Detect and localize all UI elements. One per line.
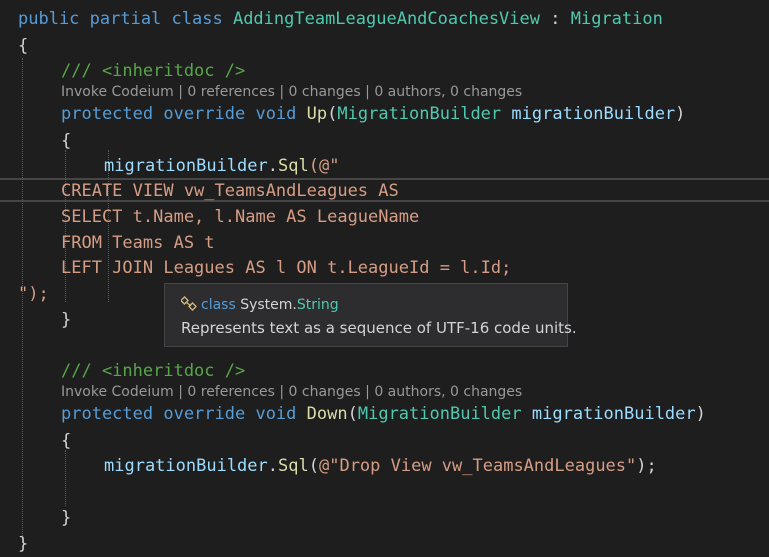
method-name[interactable]: Down: [307, 404, 348, 424]
keyword: protected override void: [61, 404, 297, 424]
codelens-changes[interactable]: 0 changes: [289, 84, 361, 100]
code-line-sql-call[interactable]: migrationBuilder.Sql(@": [104, 153, 339, 179]
param-name[interactable]: migrationBuilder: [532, 404, 696, 424]
doc-comment: /// <inheritdoc />: [61, 361, 246, 381]
method-call[interactable]: Sql: [278, 456, 309, 476]
keyword: protected override void: [61, 104, 297, 124]
variable[interactable]: migrationBuilder: [104, 456, 268, 476]
codelens-separator: |: [360, 84, 375, 100]
code-line-sql-call[interactable]: migrationBuilder.Sql(@"Drop View vw_Team…: [104, 453, 657, 479]
class-icon: [180, 296, 197, 312]
string-literal: @"Drop View vw_TeamsAndLeagues": [318, 456, 637, 476]
open-brace: {: [61, 431, 72, 451]
tooltip-namespace: System.: [240, 297, 297, 313]
param-name[interactable]: migrationBuilder: [511, 104, 675, 124]
codelens-separator: |: [274, 84, 289, 100]
punctuation: :: [540, 9, 571, 29]
indent-guide: [65, 450, 66, 506]
method-call[interactable]: Sql: [278, 156, 309, 176]
base-class-name[interactable]: Migration: [571, 9, 663, 29]
string-open: (@": [308, 156, 340, 176]
class-name[interactable]: AddingTeamLeagueAndCoachesView: [233, 9, 540, 29]
quick-info-tooltip: class System.String Represents text as a…: [164, 283, 577, 347]
param-type[interactable]: MigrationBuilder: [337, 104, 501, 124]
code-line-down-signature[interactable]: protected override void Down(MigrationBu…: [61, 401, 706, 427]
tooltip-description: Represents text as a sequence of UTF-16 …: [181, 319, 577, 337]
code-line-sql[interactable]: SELECT t.Name, l.Name AS LeagueName: [61, 204, 419, 230]
string-close: ");: [18, 284, 49, 304]
open-brace: {: [61, 131, 72, 151]
codelens-separator: |: [360, 384, 375, 400]
codelens-up[interactable]: Invoke Codeium | 0 references | 0 change…: [61, 81, 522, 103]
code-line-brace[interactable]: }: [18, 531, 28, 557]
codelens-down[interactable]: Invoke Codeium | 0 references | 0 change…: [61, 381, 522, 403]
code-line-class-declaration[interactable]: public partial class AddingTeamLeagueAnd…: [18, 6, 663, 32]
method-name[interactable]: Up: [307, 104, 327, 124]
code-line-sql[interactable]: CREATE VIEW vw_TeamsAndLeagues AS: [61, 178, 399, 204]
codelens-separator: |: [274, 384, 289, 400]
codelens-invoke-codeium[interactable]: Invoke Codeium: [61, 84, 174, 100]
codelens-references[interactable]: 0 references: [187, 384, 275, 400]
code-line-brace[interactable]: {: [61, 428, 71, 454]
open-brace: {: [18, 36, 29, 56]
codelens-authors[interactable]: 0 authors, 0 changes: [374, 384, 522, 400]
close-brace: }: [61, 508, 72, 528]
punctuation: );: [636, 456, 657, 476]
close-brace: }: [18, 534, 29, 554]
code-line-up-signature[interactable]: protected override void Up(MigrationBuil…: [61, 101, 685, 127]
doc-comment: /// <inheritdoc />: [61, 61, 246, 81]
code-line-brace[interactable]: {: [61, 128, 71, 154]
code-line-brace[interactable]: {: [18, 33, 28, 59]
codelens-separator: |: [173, 384, 188, 400]
codelens-authors[interactable]: 0 authors, 0 changes: [374, 84, 522, 100]
code-line-sql[interactable]: LEFT JOIN Leagues AS l ON t.LeagueId = l…: [61, 255, 511, 281]
tooltip-keyword: class: [201, 297, 236, 313]
codelens-separator: |: [173, 84, 188, 100]
code-line-string-close[interactable]: ");: [18, 281, 49, 307]
variable[interactable]: migrationBuilder: [104, 156, 268, 176]
code-line-brace[interactable]: }: [61, 307, 71, 333]
codelens-references[interactable]: 0 references: [187, 84, 275, 100]
close-brace: }: [61, 310, 72, 330]
codelens-invoke-codeium[interactable]: Invoke Codeium: [61, 384, 174, 400]
code-line-brace[interactable]: }: [61, 505, 71, 531]
keyword: public partial class: [18, 9, 223, 29]
codelens-changes[interactable]: 0 changes: [289, 384, 361, 400]
tooltip-type[interactable]: String: [297, 297, 339, 313]
code-line-sql[interactable]: FROM Teams AS t: [61, 230, 215, 256]
param-type[interactable]: MigrationBuilder: [358, 404, 522, 424]
tooltip-signature: class System.String: [180, 296, 339, 313]
